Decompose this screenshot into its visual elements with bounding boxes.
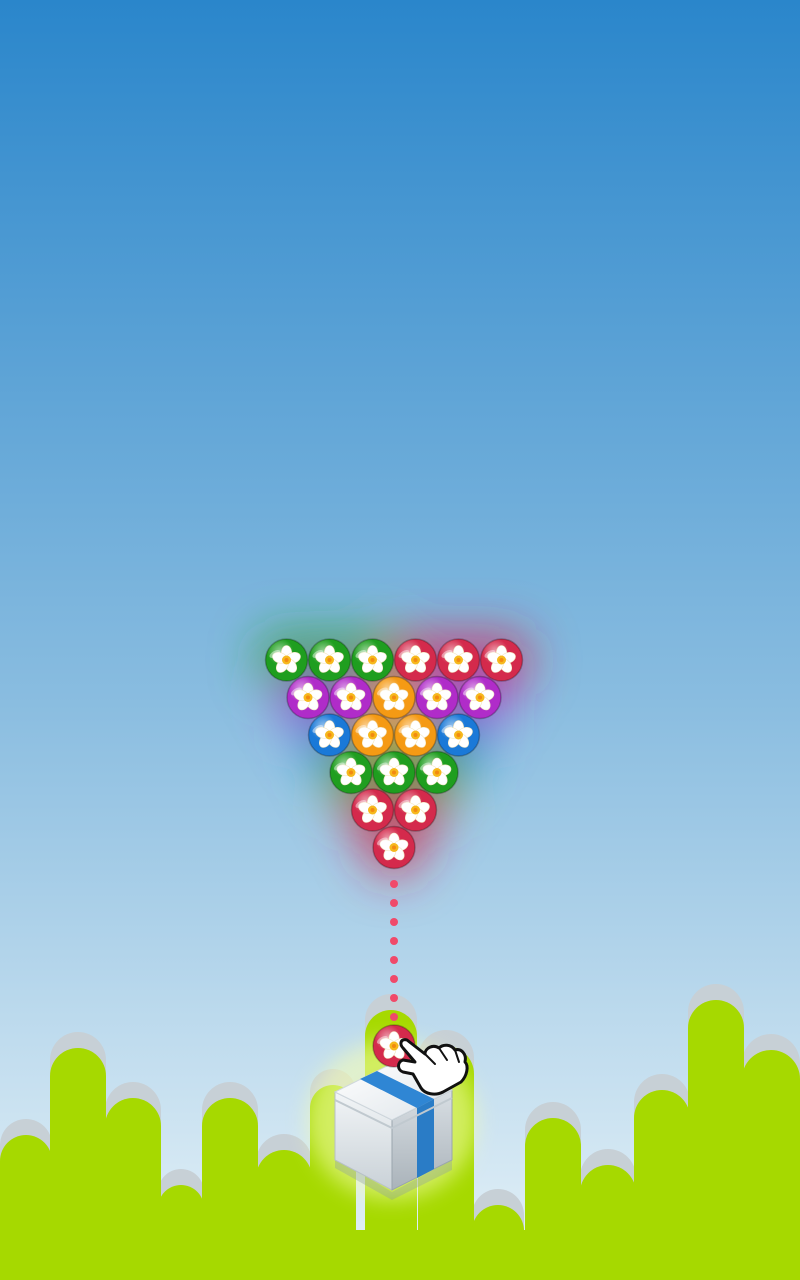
aim-dot — [390, 975, 398, 983]
bubble — [393, 638, 438, 682]
aim-dot — [390, 899, 398, 907]
bubble — [415, 675, 459, 720]
bubble — [436, 713, 481, 757]
bubble — [307, 713, 352, 757]
aim-dot — [390, 937, 398, 945]
aim-dot — [390, 1013, 398, 1021]
bubble — [329, 750, 373, 795]
bubble — [393, 788, 438, 832]
game-scene[interactable] — [0, 0, 800, 1280]
aim-dot — [390, 880, 398, 888]
bubble — [372, 825, 416, 870]
aim-dot — [390, 918, 398, 926]
bubble — [436, 638, 481, 682]
bubble — [372, 750, 416, 795]
bubble — [479, 638, 524, 682]
bubble — [415, 750, 459, 795]
bubble — [329, 675, 373, 720]
aim-dot — [390, 994, 398, 1002]
bubble — [350, 638, 395, 682]
bubble — [458, 675, 502, 720]
bubble — [350, 788, 395, 832]
bubble — [393, 713, 438, 757]
bubble — [350, 713, 395, 757]
bubble — [264, 638, 309, 682]
aim-dot — [390, 956, 398, 964]
bubble — [372, 675, 416, 720]
bubble — [286, 675, 330, 720]
bubble — [307, 638, 352, 682]
